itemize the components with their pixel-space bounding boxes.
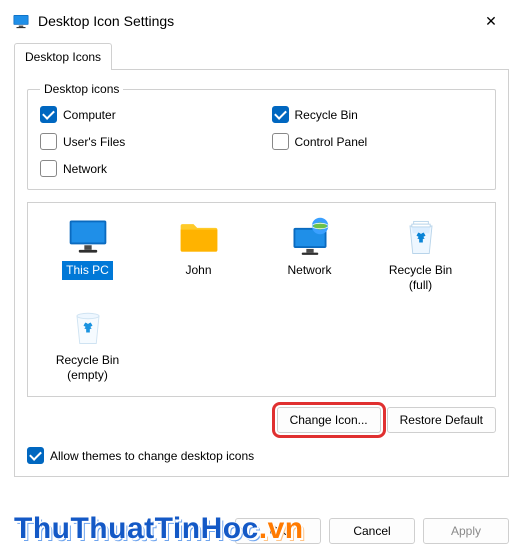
watermark-text-1: ThuThuatTinHoc: [14, 512, 259, 545]
dialog-button-row: OK Cancel Apply: [235, 518, 509, 544]
icon-label: Recycle Bin (empty): [43, 351, 133, 385]
apply-button[interactable]: Apply: [423, 518, 509, 544]
checkbox-icon: [40, 133, 57, 150]
cancel-button[interactable]: Cancel: [329, 518, 415, 544]
check-allow-themes[interactable]: Allow themes to change desktop icons: [27, 447, 254, 464]
app-icon: [12, 12, 30, 30]
check-label: Recycle Bin: [295, 108, 358, 122]
change-icon-button[interactable]: Change Icon...: [277, 407, 381, 433]
tabstrip: Desktop Icons: [14, 42, 509, 70]
checkbox-icon: [272, 133, 289, 150]
titlebar: Desktop Icon Settings ✕: [0, 0, 523, 40]
checkbox-icon: [40, 106, 57, 123]
check-users-files[interactable]: User's Files: [40, 133, 252, 150]
tab-desktop-icons[interactable]: Desktop Icons: [14, 43, 112, 70]
checkbox-icon: [272, 106, 289, 123]
ok-button[interactable]: OK: [235, 518, 321, 544]
check-computer[interactable]: Computer: [40, 106, 252, 123]
icon-action-row: Change Icon... Restore Default: [27, 407, 496, 433]
restore-default-button[interactable]: Restore Default: [387, 407, 496, 433]
icon-preview-list: This PC John: [27, 202, 496, 397]
network-globe-icon: [288, 215, 332, 259]
checkbox-icon: [27, 447, 44, 464]
check-label: Control Panel: [295, 135, 368, 149]
icon-item-john[interactable]: John: [147, 213, 250, 295]
icon-label: Recycle Bin (full): [376, 261, 466, 295]
icon-item-recycle-empty[interactable]: Recycle Bin (empty): [36, 303, 139, 385]
check-control-panel[interactable]: Control Panel: [272, 133, 484, 150]
icon-item-recycle-full[interactable]: Recycle Bin (full): [369, 213, 472, 295]
tab-panel: Desktop icons Computer Recycle Bin User'…: [14, 70, 509, 477]
check-label: Computer: [63, 108, 116, 122]
icon-item-network[interactable]: Network: [258, 213, 361, 295]
check-label: User's Files: [63, 135, 125, 149]
check-network[interactable]: Network: [40, 160, 252, 177]
checkbox-icon: [40, 160, 57, 177]
dialog-content: Desktop Icons Desktop icons Computer Rec…: [0, 40, 523, 487]
recycle-bin-full-icon: [399, 215, 443, 259]
recycle-bin-empty-icon: [66, 305, 110, 349]
monitor-icon: [66, 215, 110, 259]
icon-label: Network: [283, 261, 335, 280]
icon-label: John: [181, 261, 215, 280]
folder-icon: [177, 215, 221, 259]
group-legend: Desktop icons: [40, 82, 123, 96]
window-title: Desktop Icon Settings: [38, 13, 471, 29]
check-label: Network: [63, 162, 107, 176]
check-recycle-bin[interactable]: Recycle Bin: [272, 106, 484, 123]
check-label: Allow themes to change desktop icons: [50, 449, 254, 463]
icon-item-this-pc[interactable]: This PC: [36, 213, 139, 295]
close-button[interactable]: ✕: [471, 13, 511, 30]
icon-label: This PC: [62, 261, 113, 280]
desktop-icons-group: Desktop icons Computer Recycle Bin User'…: [27, 82, 496, 190]
